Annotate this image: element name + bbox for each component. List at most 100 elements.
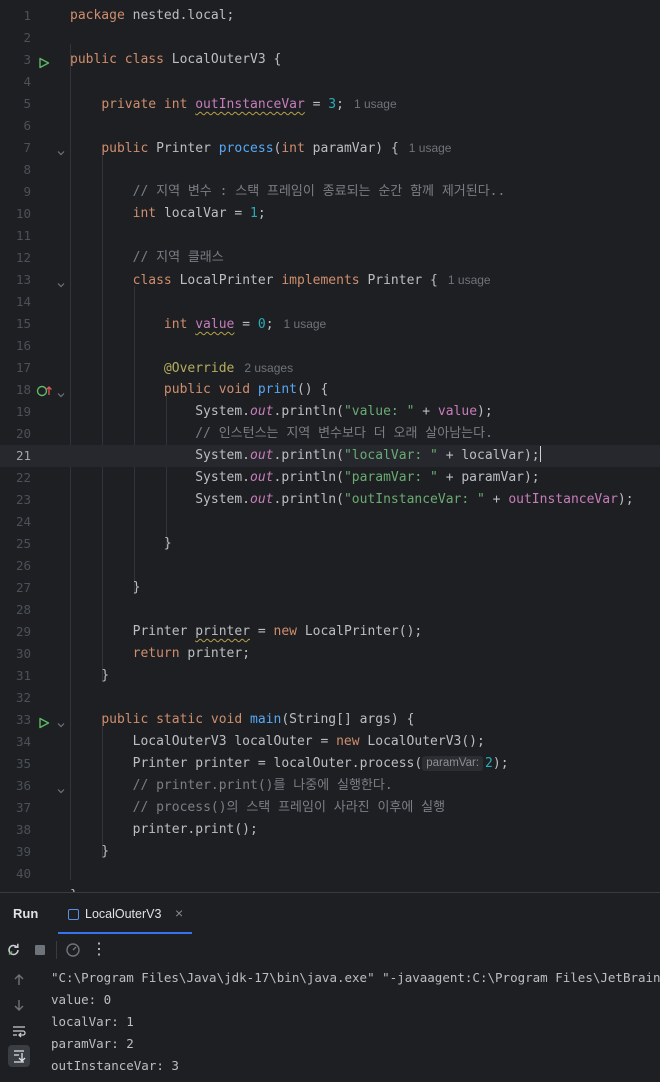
usage-hint[interactable]: 1 usage — [284, 317, 327, 331]
stop-icon[interactable] — [31, 941, 49, 959]
code-line[interactable]: 29 Printer printer = new LocalPrinter(); — [0, 621, 660, 643]
fold-chevron-icon[interactable] — [56, 781, 66, 794]
code-line[interactable]: 32 — [0, 687, 660, 709]
code-line[interactable]: 23 System.out.println("outInstanceVar: "… — [0, 489, 660, 511]
line-number: 7 — [23, 140, 31, 155]
fold-chevron-icon[interactable] — [56, 143, 66, 156]
code-token: LocalOuterV3(); — [367, 734, 485, 749]
code-line[interactable]: 13 class LocalPrinter implements Printer… — [0, 269, 660, 291]
code-token: + — [414, 404, 438, 419]
code-token: int — [281, 141, 313, 156]
code-text: class LocalPrinter implements Printer {1… — [70, 269, 491, 292]
code-line[interactable]: 1 package nested.local; — [0, 5, 660, 27]
code-token: LocalOuterV3 localOuter = — [70, 734, 337, 749]
fold-chevron-icon[interactable] — [56, 715, 66, 728]
code-token: implements — [281, 273, 368, 288]
override-method-icon[interactable] — [36, 383, 54, 397]
line-number: 4 — [23, 74, 31, 89]
code-line[interactable]: 15 int value = 0; 1 usage — [0, 313, 660, 335]
console-output[interactable]: "C:\Program Files\Java\jdk-17\bin\java.e… — [51, 967, 660, 1082]
console-line: outInstanceVar: 3 — [51, 1058, 179, 1073]
code-line[interactable]: 31 } — [0, 665, 660, 687]
code-line[interactable]: 34 LocalOuterV3 localOuter = new LocalOu… — [0, 731, 660, 753]
run-triangle-icon[interactable] — [38, 714, 50, 729]
code-text: return printer; — [70, 643, 250, 665]
code-line[interactable]: 2 — [0, 27, 660, 49]
usage-hint[interactable]: 1 usage — [354, 97, 397, 111]
code-line[interactable]: 10 int localVar = 1; — [0, 203, 660, 225]
arrow-down-icon[interactable] — [8, 994, 30, 1016]
line-number: 27 — [15, 580, 31, 595]
line-number: 35 — [15, 756, 31, 771]
code-line[interactable]: 14 — [0, 291, 660, 313]
code-line[interactable]: 20 // 인스턴스는 지역 변수보다 더 오래 살아남는다. — [0, 423, 660, 445]
close-icon[interactable]: × — [175, 905, 183, 921]
code-line[interactable]: 35 Printer printer = localOuter.process(… — [0, 753, 660, 775]
code-line[interactable]: 30 return printer; — [0, 643, 660, 665]
soft-wrap-icon[interactable] — [8, 1020, 30, 1042]
usage-hint[interactable]: 2 usages — [244, 361, 293, 375]
code-line[interactable]: 37 // process()의 스택 프레임이 사라진 이후에 실행 — [0, 797, 660, 819]
line-number: 19 — [15, 404, 31, 419]
scroll-to-end-icon[interactable] — [8, 1045, 30, 1067]
code-text: System.out.println("paramVar: " + paramV… — [70, 467, 539, 489]
code-line[interactable]: 26 — [0, 555, 660, 577]
code-line[interactable]: 17 @Override 2 usages — [0, 357, 660, 379]
code-token: ; — [257, 206, 266, 221]
line-number: 25 — [15, 536, 31, 551]
code-line[interactable]: 36 // printer.print()를 나중에 실행한다. — [0, 775, 660, 797]
code-text: // 지역 변수 : 스택 프레임이 종료되는 순간 함께 제거된다.. — [70, 181, 506, 203]
code-line[interactable]: 8 — [0, 159, 660, 181]
arrow-up-icon[interactable] — [8, 969, 30, 991]
code-line[interactable]: 3 public class LocalOuterV3 { — [0, 49, 660, 71]
code-line[interactable]: 25 } — [0, 533, 660, 555]
code-line[interactable]: 27 } — [0, 577, 660, 599]
code-line[interactable]: 9 // 지역 변수 : 스택 프레임이 종료되는 순간 함께 제거된다.. — [0, 181, 660, 203]
code-line[interactable]: 40 — [0, 863, 660, 885]
code-line[interactable]: 11 — [0, 225, 660, 247]
rerun-icon[interactable] — [5, 941, 23, 959]
code-text: printer.print(); — [70, 819, 258, 841]
code-line[interactable]: 33 public static void main(String[] args… — [0, 709, 660, 731]
code-line[interactable]: 21 System.out.println("localVar: " + loc… — [0, 445, 660, 467]
code-token: out — [250, 470, 274, 485]
code-line[interactable]: 19 System.out.println("value: " + value)… — [0, 401, 660, 423]
code-line[interactable]: 16 — [0, 335, 660, 357]
code-token: process — [218, 141, 274, 156]
usage-hint[interactable]: 1 usage — [448, 273, 491, 287]
code-editor[interactable]: 1 package nested.local; 2 3 public class Loc… — [0, 0, 660, 892]
code-line[interactable]: 6 — [0, 115, 660, 137]
line-number: 16 — [15, 338, 31, 353]
code-line[interactable]: 12 // 지역 클래스 — [0, 247, 660, 269]
code-token: .println( — [273, 404, 344, 419]
line-number: 6 — [23, 118, 31, 133]
code-line[interactable]: 39 } — [0, 841, 660, 863]
fold-chevron-icon[interactable] — [56, 385, 66, 398]
more-options-icon[interactable]: ⋮ — [91, 941, 109, 959]
code-token: public class — [70, 52, 172, 67]
code-comment: // 지역 변수 : 스택 프레임이 종료되는 순간 함께 제거된다.. — [132, 184, 506, 199]
code-token: System. — [70, 492, 251, 507]
line-number: 23 — [15, 492, 31, 507]
usage-hint[interactable]: 1 usage — [409, 141, 452, 155]
dump-threads-icon[interactable] — [64, 941, 82, 959]
code-line[interactable]: 18 public void print() { — [0, 379, 660, 401]
code-line[interactable]: } — [0, 885, 660, 892]
code-line[interactable]: 7 public Printer process(int paramVar) {… — [0, 137, 660, 159]
code-line[interactable]: 28 — [0, 599, 660, 621]
code-line[interactable]: 24 — [0, 511, 660, 533]
code-token: Printer — [70, 624, 196, 639]
tab-local-outer-v3[interactable]: LocalOuterV3 × — [58, 898, 192, 930]
code-line[interactable]: 5 private int outInstanceVar = 3; 1 usage — [0, 93, 660, 115]
line-number: 39 — [15, 844, 31, 859]
code-token: } — [70, 844, 110, 859]
fold-chevron-icon[interactable] — [56, 275, 66, 288]
code-line[interactable]: 22 System.out.println("paramVar: " + par… — [0, 467, 660, 489]
code-line[interactable]: 4 — [0, 71, 660, 93]
code-line[interactable]: 38 printer.print(); — [0, 819, 660, 841]
run-triangle-icon[interactable] — [38, 54, 50, 69]
